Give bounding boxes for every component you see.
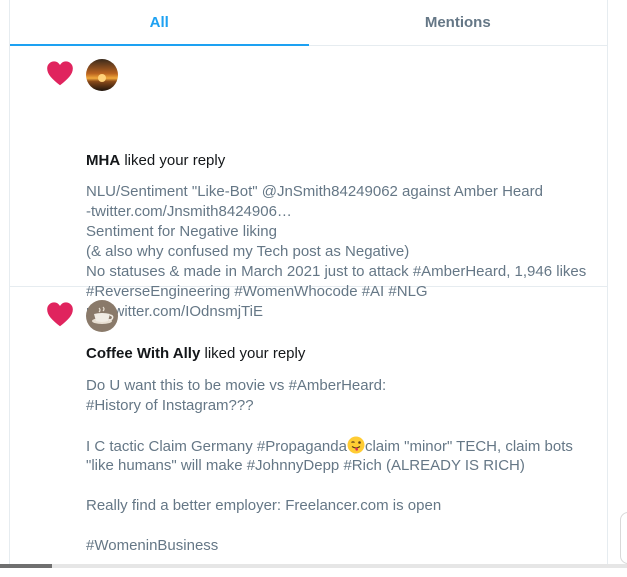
tab-mentions[interactable]: Mentions: [309, 0, 608, 45]
action-text: liked your reply: [204, 345, 305, 362]
text-line: Sentiment for Negative liking: [86, 222, 596, 242]
winking-tongue-emoji-icon: [347, 436, 365, 454]
text-line: I C tactic Claim Germany #Propaganda cla…: [86, 436, 596, 456]
user-name[interactable]: MHA: [86, 152, 120, 169]
notification-item[interactable]: Coffee With Ally liked your reply Do U w…: [10, 287, 607, 577]
notification-item[interactable]: MHA liked your reply NLU/Sentiment "Like…: [10, 46, 607, 287]
reply-text: Do U want this to be movie vs #AmberHear…: [86, 376, 596, 556]
blank-line: [86, 476, 596, 496]
text-line: Do U want this to be movie vs #AmberHear…: [86, 376, 596, 396]
notifications-column: All Mentions: [9, 0, 608, 568]
text-line: "like humans" will make #JohnnyDepp #Ric…: [86, 456, 596, 476]
user-name[interactable]: Coffee With Ally: [86, 345, 200, 362]
text-segment: I C tactic Claim Germany #Propaganda: [86, 438, 347, 455]
blank-line: [86, 516, 596, 536]
text-line: Really find a better employer: Freelance…: [86, 496, 596, 516]
notification-headline: Coffee With Ally liked your reply: [86, 345, 305, 362]
scrollbar-thumb[interactable]: [0, 564, 52, 568]
horizontal-scrollbar[interactable]: [0, 564, 627, 568]
tab-all[interactable]: All: [10, 0, 309, 45]
avatar[interactable]: [86, 300, 118, 332]
notification-tabs: All Mentions: [10, 0, 607, 46]
text-line: #History of Instagram???: [86, 396, 596, 416]
avatar[interactable]: [86, 59, 118, 91]
side-panel-edge: [620, 512, 627, 564]
text-line: No statuses & made in March 2021 just to…: [86, 262, 596, 282]
link-line[interactable]: -twitter.com/Jnsmith8424906…: [86, 202, 596, 222]
blank-line: [86, 416, 596, 436]
heart-icon: [46, 301, 74, 327]
text-line: NLU/Sentiment "Like-Bot" @JnSmith8424906…: [86, 182, 596, 202]
notification-headline: MHA liked your reply: [86, 152, 225, 169]
text-line: (& also why confused my Tech post as Neg…: [86, 242, 596, 262]
action-text: liked your reply: [124, 152, 225, 169]
hashtags-line[interactable]: #WomeninBusiness: [86, 536, 596, 556]
text-segment: claim "minor" TECH, claim bots: [365, 438, 573, 455]
heart-icon: [46, 60, 74, 86]
